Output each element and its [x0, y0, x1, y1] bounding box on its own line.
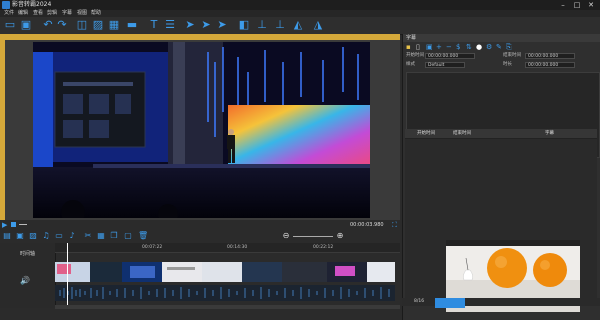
timeline-toolbar: ▤ ▣ ▨ ♫ ▭ ♪ ✂ ▦ ❐ ▢ 🗑 ⊖ ⊕	[0, 231, 400, 242]
fullscreen-icon[interactable]: ⛶	[392, 221, 397, 229]
remove-icon[interactable]: −	[446, 43, 452, 51]
maximize-button[interactable]: □	[570, 0, 584, 10]
subtitle-toolbar: ▪ ▯ ▣ + − $ ⇅ ● ⚙ ✎ ⎘	[406, 43, 598, 51]
style-select[interactable]: Default	[425, 62, 465, 68]
menu-bar: 文件 编辑 查看 剪辑 字幕 视图 帮助	[0, 10, 600, 17]
tick-label: 00:22:12	[313, 245, 334, 250]
menu-window[interactable]: 视图	[77, 10, 87, 17]
list-icon[interactable]: ☰	[164, 19, 176, 31]
copy-icon[interactable]: ❐	[110, 232, 118, 240]
arrow-tool-icon[interactable]: ➤	[184, 19, 196, 31]
menu-help[interactable]: 帮助	[91, 10, 101, 17]
save-subtitle-icon[interactable]: ▣	[426, 43, 433, 51]
timecode: 00:00:03.980	[350, 222, 384, 228]
arrow-tool-2-icon[interactable]: ➤	[200, 19, 212, 31]
add-icon[interactable]: +	[436, 43, 442, 51]
sync-icon[interactable]: ⇅	[466, 43, 472, 51]
image-track-icon[interactable]: ▨	[29, 232, 37, 240]
record-icon[interactable]: ●	[476, 43, 482, 51]
speaker-icon[interactable]: 🔊	[20, 277, 30, 285]
new-subtitle-icon[interactable]: ▯	[416, 43, 420, 51]
screenshot-icon[interactable]: ◫	[76, 19, 88, 31]
duration-field[interactable]: 00:00:00.000	[525, 62, 575, 68]
zoom-in-icon[interactable]: ⊕	[336, 232, 344, 240]
bring-forward-icon[interactable]: ◧	[238, 19, 250, 31]
title-bar: 影音转霸2024 – □ ✕	[0, 0, 600, 10]
stage-image	[33, 42, 370, 218]
zoom-out-icon[interactable]: ⊖	[282, 232, 290, 240]
image-icon[interactable]: ▨	[92, 19, 104, 31]
zoom-slider[interactable]	[293, 236, 333, 237]
microphone-icon[interactable]: ♪	[68, 232, 76, 240]
tick-label: 00:07:22	[142, 245, 163, 250]
col-end-time[interactable]: 结束时间	[453, 129, 471, 138]
volume-slider[interactable]	[19, 224, 27, 225]
subtitle-panel-header: 字幕	[403, 34, 600, 42]
new-file-icon[interactable]: ▭	[4, 19, 16, 31]
flip-2-icon[interactable]: ◮	[312, 19, 324, 31]
music-icon[interactable]: ♫	[42, 232, 50, 240]
stop-icon[interactable]	[11, 222, 16, 227]
menu-clip[interactable]: 剪辑	[47, 10, 57, 17]
timeline-ruler[interactable]: 00:07:22 00:14:30 00:22:12	[55, 243, 400, 253]
duration-label: 时长	[503, 62, 512, 67]
caption-icon[interactable]: ▭	[55, 232, 63, 240]
video-thumbnails	[55, 262, 395, 282]
track-header: 时间轴 🔊	[0, 243, 56, 308]
col-start-time[interactable]: 开始时间	[417, 129, 435, 138]
style-label: 样式	[406, 62, 415, 67]
status-text: 8/16	[414, 299, 425, 304]
video-icon[interactable]: ▣	[16, 232, 24, 240]
delete-icon[interactable]: 🗑	[138, 232, 148, 240]
align-2-icon[interactable]: ⊥	[274, 19, 286, 31]
text-icon[interactable]: T	[148, 19, 160, 31]
rectangle-icon[interactable]: ▬	[126, 19, 138, 31]
main-toolbar: ▭ ▣ ↶ ↷ ◫ ▨ ▦ ▬ T ☰ ➤ ➤ ➤ ◧ ⊥ ⊥ ◭ ◮	[0, 17, 600, 35]
menu-edit[interactable]: 编辑	[18, 10, 28, 17]
paste-icon[interactable]: ▢	[124, 232, 132, 240]
end-time-field[interactable]: 00:00:00.000	[525, 53, 575, 59]
menu-subtitle[interactable]: 字幕	[62, 10, 72, 17]
track-icon[interactable]: ▤	[3, 232, 11, 240]
timeline-scrollbar[interactable]	[55, 305, 400, 309]
open-folder-icon[interactable]: ▪	[406, 43, 411, 51]
play-icon[interactable]: ▶	[2, 221, 7, 229]
track-label: 时间轴	[20, 251, 36, 257]
menu-view[interactable]: 查看	[33, 10, 43, 17]
arrow-tool-3-icon[interactable]: ➤	[216, 19, 228, 31]
flip-icon[interactable]: ◭	[292, 19, 304, 31]
app-logo-icon	[2, 1, 10, 9]
export-icon[interactable]: ⎘	[506, 43, 512, 51]
cut-icon[interactable]: ✂	[84, 232, 92, 240]
edit-icon[interactable]: ✎	[496, 43, 502, 51]
col-subtitle[interactable]: 字幕	[545, 129, 554, 138]
video-frame[interactable]	[33, 42, 370, 218]
end-time-label: 结束时间	[503, 53, 521, 58]
money-icon[interactable]: $	[456, 43, 460, 51]
status-bar: 8/16	[402, 298, 600, 306]
playhead[interactable]	[67, 243, 68, 308]
window-title: 影音转霸2024	[12, 1, 52, 8]
export-button[interactable]	[435, 298, 465, 308]
audio-track[interactable]	[55, 285, 395, 301]
undo-icon[interactable]: ↶	[42, 19, 54, 31]
subtitle-table-header: 开始时间 结束时间 字幕	[405, 129, 597, 139]
minimize-button[interactable]: –	[556, 0, 570, 10]
close-button[interactable]: ✕	[584, 0, 598, 10]
split-icon[interactable]: ▦	[97, 232, 105, 240]
menu-file[interactable]: 文件	[4, 10, 14, 17]
redo-icon[interactable]: ↷	[56, 19, 68, 31]
start-time-field[interactable]: 00:00:00.000	[425, 53, 475, 59]
save-icon[interactable]: ▣	[20, 19, 32, 31]
align-icon[interactable]: ⊥	[256, 19, 268, 31]
tick-label: 00:14:30	[227, 245, 248, 250]
image-selected-icon[interactable]: ▦	[108, 19, 120, 31]
video-track[interactable]	[55, 262, 395, 282]
start-time-label: 开始时间	[406, 53, 424, 58]
settings-icon[interactable]: ⚙	[486, 43, 492, 51]
transport-bar: ▶ 00:00:03.980 ⛶	[0, 220, 400, 230]
subtitle-panel-title: 字幕	[406, 35, 417, 41]
audio-waveform	[59, 287, 390, 299]
